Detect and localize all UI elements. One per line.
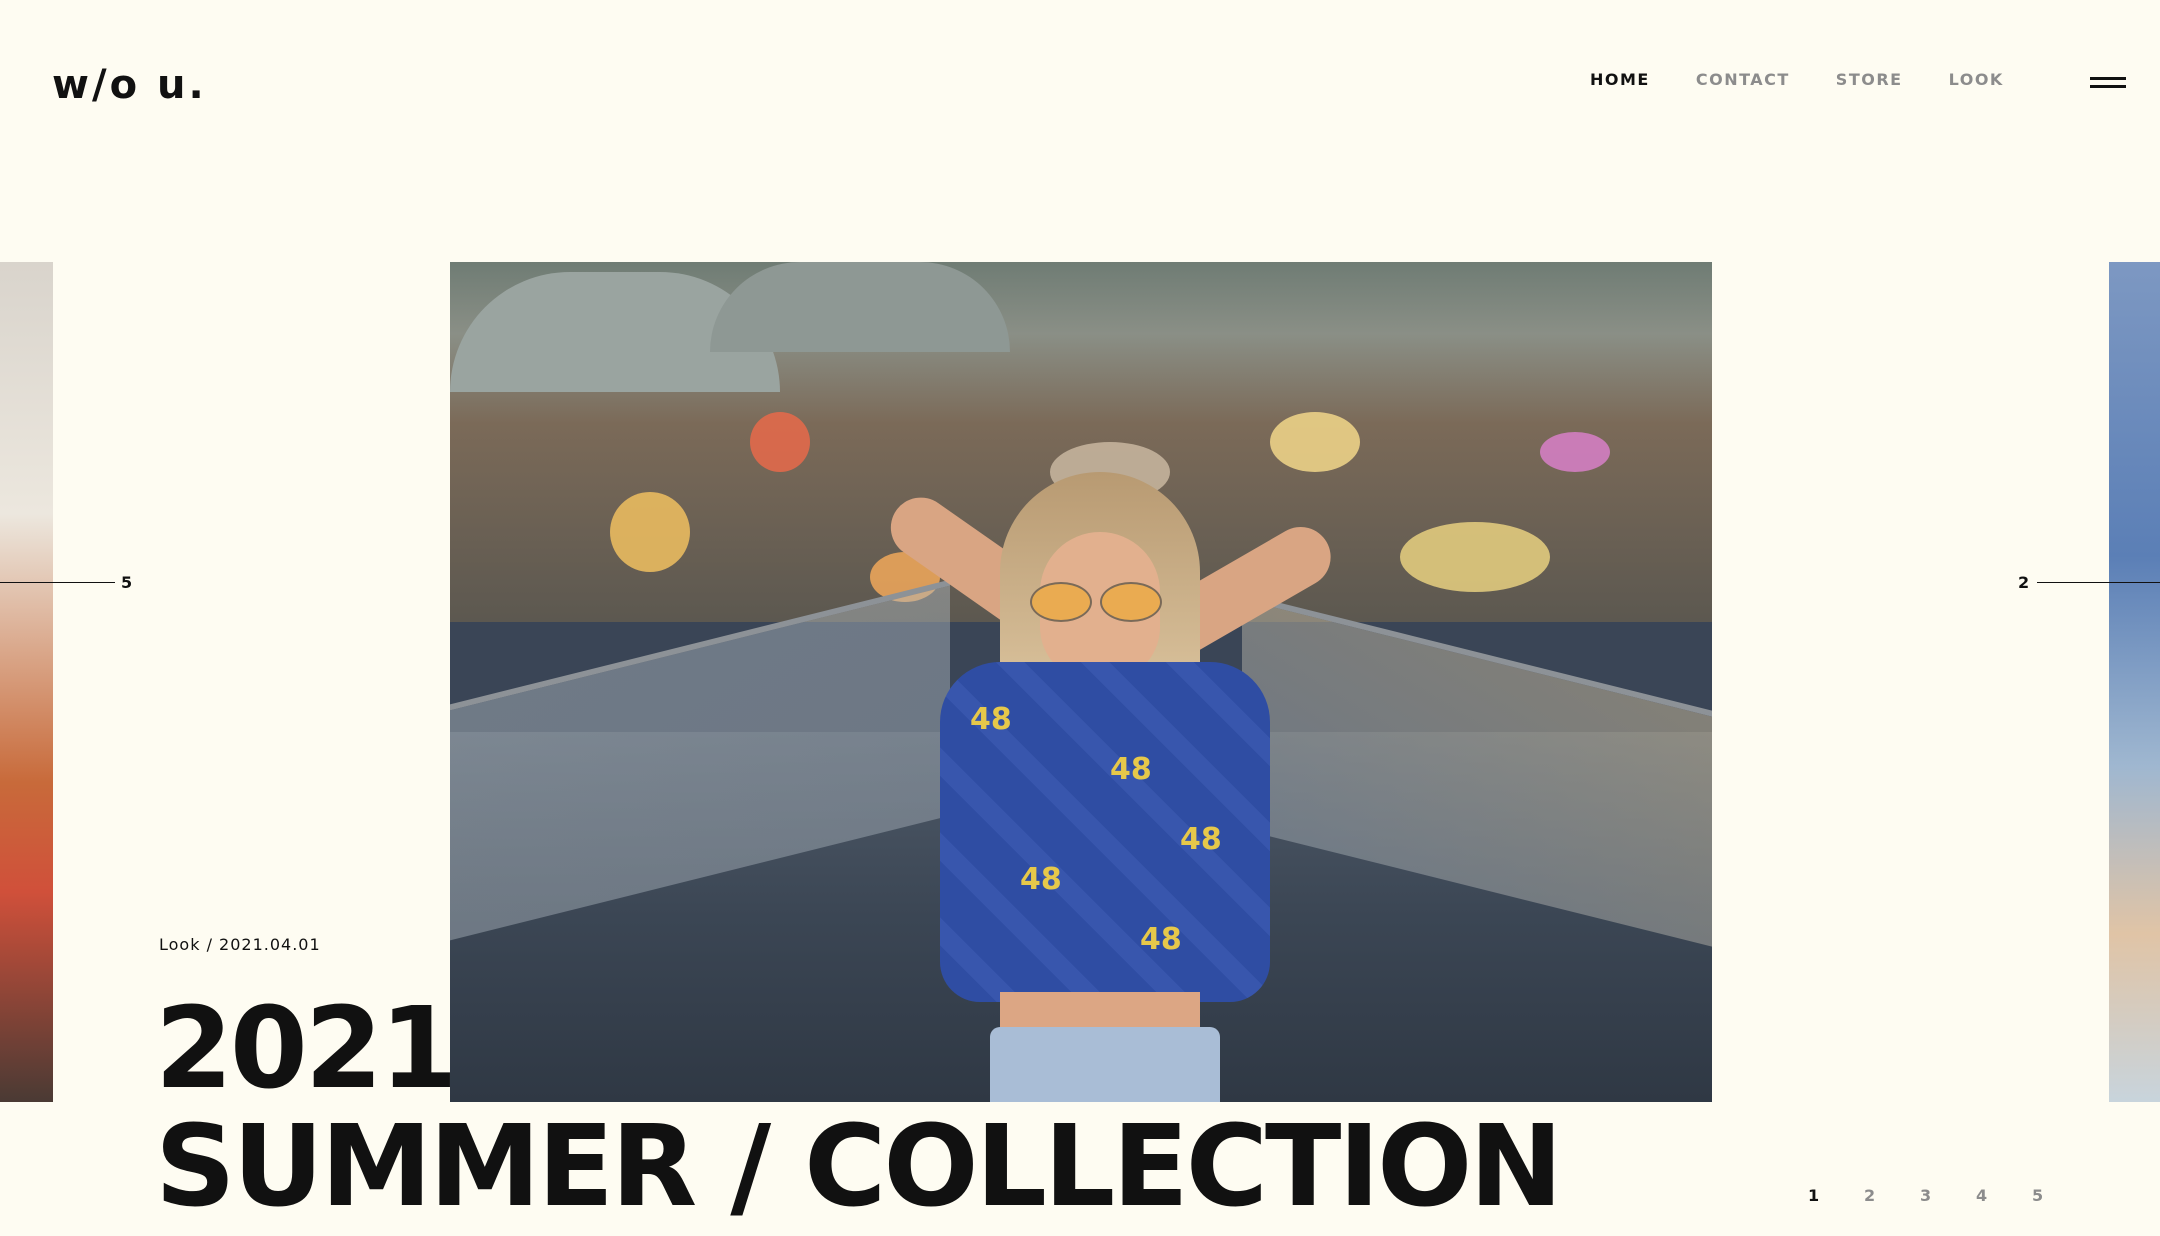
- next-slide-number: 2: [2018, 573, 2030, 592]
- photo-scene: 48 48 48 48 48: [450, 262, 1712, 1102]
- collection-title: 2021 SUMMER / COLLECTION: [155, 984, 1563, 1232]
- page-1[interactable]: 1: [1808, 1186, 1864, 1205]
- hamburger-menu-icon[interactable]: [2090, 77, 2126, 91]
- bokeh-light: [1540, 432, 1610, 472]
- look-date: Look / 2021.04.01: [159, 935, 321, 954]
- building-roof: [710, 262, 1010, 352]
- bokeh-light: [610, 492, 690, 572]
- shirt-print: 48: [1020, 862, 1062, 897]
- next-slide-image[interactable]: [2109, 262, 2160, 1102]
- title-year: 2021: [155, 984, 458, 1114]
- prev-slide-number: 5: [121, 573, 133, 592]
- logo[interactable]: w/o u.: [52, 62, 207, 108]
- page-2[interactable]: 2: [1864, 1186, 1920, 1205]
- slide-pagination: 1 2 3 4 5: [1808, 1186, 2088, 1205]
- page: w/o u. HOME CONTACT STORE LOOK 48 48 48 …: [0, 0, 2160, 1236]
- bokeh-light: [750, 412, 810, 472]
- prev-slide-marker[interactable]: 5: [0, 573, 132, 592]
- menu-bar: [2090, 85, 2126, 88]
- title-collection: SUMMER / COLLECTION: [155, 1102, 1563, 1232]
- shirt-print: 48: [1140, 922, 1182, 957]
- patterned-shirt: 48 48 48 48 48: [940, 662, 1270, 1002]
- page-5[interactable]: 5: [2032, 1186, 2088, 1205]
- next-slide-marker[interactable]: 2: [2018, 573, 2160, 592]
- shirt-print: 48: [970, 702, 1012, 737]
- shirt-print: 48: [1110, 752, 1152, 787]
- marker-line: [0, 582, 115, 583]
- main-nav: HOME CONTACT STORE LOOK: [1590, 70, 2050, 89]
- previous-slide-image[interactable]: [0, 262, 53, 1102]
- nav-look[interactable]: LOOK: [1949, 70, 2004, 89]
- shirt-print: 48: [1180, 822, 1222, 857]
- menu-bar: [2090, 77, 2126, 80]
- marker-line: [2037, 582, 2160, 583]
- nav-store[interactable]: STORE: [1836, 70, 1903, 89]
- nav-contact[interactable]: CONTACT: [1696, 70, 1790, 89]
- nav-home[interactable]: HOME: [1590, 70, 1650, 89]
- bokeh-light: [1400, 522, 1550, 592]
- bokeh-light: [1270, 412, 1360, 472]
- page-3[interactable]: 3: [1920, 1186, 1976, 1205]
- page-4[interactable]: 4: [1976, 1186, 2032, 1205]
- sunglasses: [1030, 582, 1170, 622]
- hero-photo: 48 48 48 48 48: [450, 262, 1712, 1102]
